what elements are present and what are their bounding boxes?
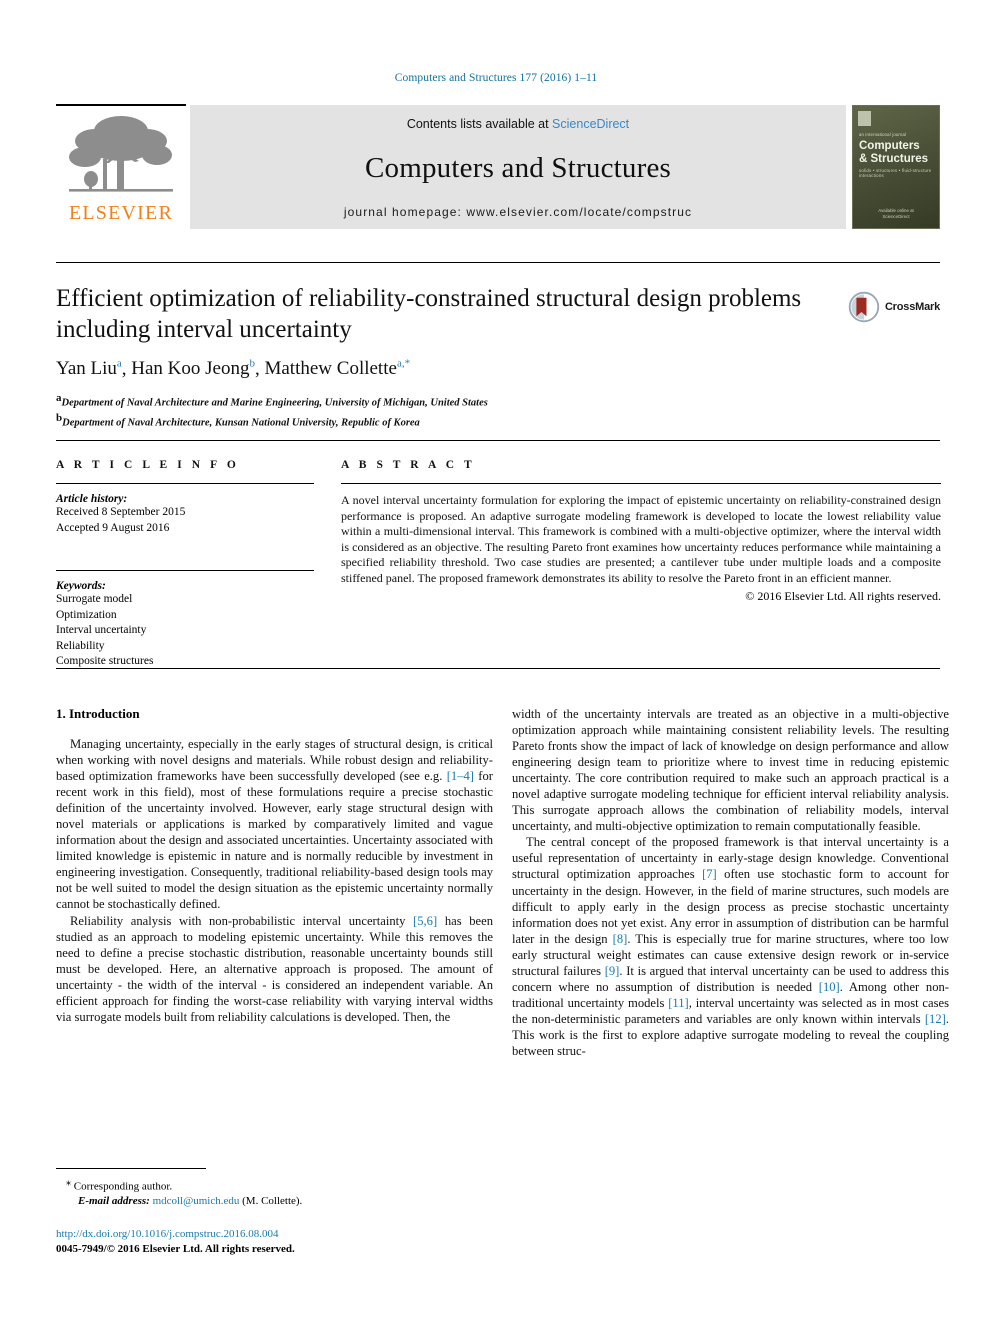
- footer-doi-block: http://dx.doi.org/10.1016/j.compstruc.20…: [56, 1227, 496, 1256]
- keyword-item: Surrogate model: [56, 593, 133, 605]
- paragraph: Reliability analysis with non-probabilis…: [56, 913, 493, 1024]
- article-info-heading: A R T I C L E I N F O: [56, 459, 240, 471]
- paragraph: The central concept of the proposed fram…: [512, 835, 950, 1058]
- author-separator-1: ,: [121, 358, 132, 380]
- section-heading-introduction: 1. Introduction: [56, 706, 140, 721]
- paragraph: Managing uncertainty, especially in the …: [56, 737, 493, 912]
- author-2: Han Koo Jeongb: [131, 358, 255, 379]
- keyword-item: Reliability: [56, 639, 105, 652]
- crossmark-icon: [848, 291, 880, 323]
- email-note: E-mail address: mdcoll@umich.edu (M. Col…: [78, 1194, 493, 1209]
- body-column-right: width of the uncertainty intervals are t…: [512, 706, 949, 1059]
- citation-reference[interactable]: [12]: [925, 1012, 946, 1026]
- affiliation-b: bDepartment of Naval Architecture, Kunsa…: [56, 411, 826, 431]
- article-info-rule: [56, 483, 314, 484]
- elsevier-wordmark: ELSEVIER: [68, 202, 174, 224]
- crossmark-badge[interactable]: CrossMark: [848, 286, 940, 328]
- elsevier-tree-icon: [69, 116, 173, 192]
- corresponding-author-note: ⁎ Corresponding author.: [66, 1176, 493, 1194]
- citation-reference[interactable]: [9]: [605, 964, 620, 978]
- article-history-heading: Article history:: [56, 493, 128, 505]
- info-top-rule: [56, 440, 940, 441]
- cover-publisher-badge: [858, 111, 871, 126]
- citation-reference[interactable]: [10]: [819, 980, 840, 994]
- author-list: Yan Liua, Han Koo Jeongb, Matthew Collet…: [56, 358, 826, 380]
- affiliation-a-text: Department of Naval Architecture and Mar…: [61, 397, 488, 409]
- title-block: Efficient optimization of reliability-co…: [56, 283, 826, 431]
- footnote-divider: [56, 1168, 206, 1169]
- cover-subtitle: solids • structures • fluid-structure in…: [859, 168, 932, 178]
- contents-available-line: Contents lists available at ScienceDirec…: [407, 117, 629, 131]
- author-3-name: Matthew Collette: [264, 358, 397, 380]
- affiliation-b-text: Department of Naval Architecture, Kunsan…: [62, 417, 420, 429]
- cover-footer-line2: ScienceDirect: [882, 214, 910, 219]
- citation-reference[interactable]: [5,6]: [413, 914, 437, 928]
- author-3-affiliation-marker[interactable]: a,*: [397, 358, 410, 370]
- cover-title-line1: Computers: [859, 140, 920, 152]
- doi-link[interactable]: http://dx.doi.org/10.1016/j.compstruc.20…: [56, 1227, 496, 1242]
- article-history-received: Received 8 September 2015: [56, 506, 186, 518]
- article-info-column: A R T I C L E I N F O Article history: R…: [56, 459, 314, 670]
- page-title: Efficient optimization of reliability-co…: [56, 285, 802, 343]
- email-label: E-mail address:: [78, 1195, 150, 1208]
- paper-page: Computers and Structures 177 (2016) 1–11: [0, 0, 992, 1323]
- author-3: Matthew Collettea,*: [264, 358, 410, 379]
- title-divider: [56, 262, 940, 263]
- body-column-left: 1. Introduction Managing uncertainty, es…: [56, 706, 493, 1025]
- author-1: Yan Liua: [56, 358, 122, 379]
- paragraph: width of the uncertainty intervals are t…: [512, 707, 949, 834]
- corresponding-author-text: Corresponding author.: [73, 1180, 173, 1193]
- journal-band: Contents lists available at ScienceDirec…: [190, 105, 846, 229]
- issn-copyright-line: 0045-7949/© 2016 Elsevier Ltd. All right…: [56, 1242, 295, 1255]
- abstract-copyright: © 2016 Elsevier Ltd. All rights reserved…: [745, 588, 941, 603]
- crossmark-label: CrossMark: [884, 301, 940, 313]
- affiliation-list: aDepartment of Naval Architecture and Ma…: [56, 391, 826, 431]
- cover-title: Computers & Structures: [859, 140, 935, 165]
- author-2-name: Han Koo Jeong: [131, 358, 250, 380]
- abstract-body: A novel interval uncertainty formulation…: [341, 493, 941, 585]
- elsevier-logo: ELSEVIER: [56, 105, 186, 229]
- journal-homepage-link[interactable]: journal homepage: www.elsevier.com/locat…: [344, 205, 692, 219]
- journal-title: Computers and Structures: [364, 151, 672, 184]
- email-owner: (M. Collette).: [242, 1195, 303, 1208]
- citation-reference[interactable]: [11]: [668, 996, 689, 1010]
- abstract-column: A B S T R A C T A novel interval uncerta…: [341, 459, 941, 604]
- email-link[interactable]: mdcoll@umich.edu: [153, 1195, 240, 1207]
- journal-cover-thumbnail: an international journal Computers & Str…: [852, 105, 940, 229]
- footnote-block: ⁎ Corresponding author. E-mail address: …: [56, 1176, 493, 1209]
- keywords-heading: Keywords:: [56, 580, 106, 592]
- contents-prefix: Contents lists available at: [406, 117, 553, 131]
- journal-masthead: ELSEVIER Contents lists available at Sci…: [56, 105, 940, 229]
- affiliation-a: aDepartment of Naval Architecture and Ma…: [56, 391, 826, 411]
- keyword-item: Interval uncertainty: [56, 624, 147, 636]
- sciencedirect-link[interactable]: ScienceDirect: [552, 117, 629, 131]
- abstract-heading: A B S T R A C T: [341, 459, 476, 471]
- info-bottom-rule: [56, 668, 940, 669]
- abstract-rule: [341, 483, 941, 484]
- keywords-rule: [56, 570, 314, 571]
- author-1-name: Yan Liu: [56, 358, 117, 380]
- article-history-accepted: Accepted 9 August 2016: [56, 521, 170, 534]
- cover-supertitle: an international journal: [859, 132, 907, 137]
- corresponding-author-marker: ⁎: [66, 1177, 71, 1188]
- citation-reference[interactable]: [8]: [613, 932, 628, 946]
- keywords-block: Keywords: Surrogate model Optimization I…: [56, 570, 314, 670]
- cover-title-line2: & Structures: [859, 152, 929, 165]
- running-head: Computers and Structures 177 (2016) 1–11: [394, 72, 598, 84]
- cover-footer: Available online at ScienceDirect: [853, 208, 939, 220]
- keyword-item: Optimization: [56, 608, 117, 621]
- citation-reference[interactable]: [7]: [702, 867, 717, 881]
- citation-reference[interactable]: [1–4]: [447, 769, 474, 783]
